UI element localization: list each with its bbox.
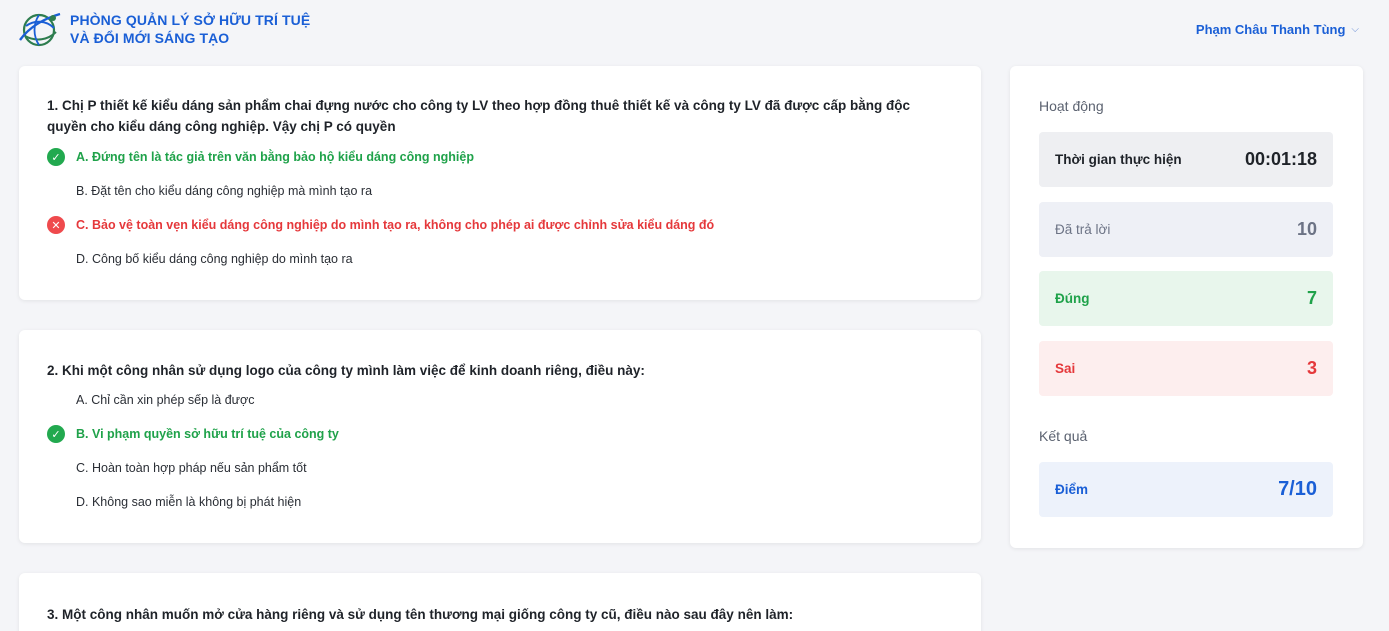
stat-answered: Đã trả lời 10 <box>1039 202 1333 257</box>
user-name: Phạm Châu Thanh Tùng <box>1195 21 1346 37</box>
stat-wrong-label: Sai <box>1055 361 1076 376</box>
option-label: D. Không sao miễn là không bị phát hiện <box>76 495 302 509</box>
stat-correct-value: 7 <box>1306 288 1317 308</box>
option-label: B. Đặt tên cho kiểu dáng công nghiệp mà … <box>76 184 373 198</box>
question-text-3: 3. Một công nhân muốn mở cửa hàng riêng … <box>47 607 794 622</box>
stat-score: Điểm 7/10 <box>1039 462 1333 517</box>
question-card-1: 1. Chị P thiết kế kiểu dáng sản phẩm cha… <box>19 66 981 300</box>
option-label: B. Vi phạm quyền sở hữu trí tuệ của công… <box>76 427 339 441</box>
check-circle-icon: ✓ <box>47 425 65 443</box>
question-card-3: 3. Một công nhân muốn mở cửa hàng riêng … <box>19 573 981 631</box>
option-label: A. Đứng tên là tác giả trên văn bằng bảo… <box>76 150 474 164</box>
stat-answered-label: Đã trả lời <box>1055 222 1111 237</box>
option-label: C. Bảo vệ toàn vẹn kiểu dáng công nghiệp… <box>76 218 715 232</box>
stat-correct: Đúng 7 <box>1039 271 1333 326</box>
activity-title: Hoạt động <box>1039 98 1104 114</box>
result-title: Kết quả <box>1039 428 1088 444</box>
option-2b[interactable]: ✓ B. Vi phạm quyền sở hữu trí tuệ của cô… <box>47 417 953 451</box>
brand-line-2: VÀ ĐỔI MỚI SÁNG TẠO <box>70 30 230 46</box>
question-card-2: 2. Khi một công nhân sử dụng logo của cô… <box>19 330 981 543</box>
brand-line-1: PHÒNG QUẢN LÝ SỞ HỮU TRÍ TUỆ <box>70 12 311 28</box>
brand[interactable]: PHÒNG QUẢN LÝ SỞ HỮU TRÍ TUỆ VÀ ĐỔI MỚI … <box>16 6 310 52</box>
option-label: A. Chỉ cần xin phép sếp là được <box>76 393 255 407</box>
option-2d[interactable]: D. Không sao miễn là không bị phát hiện <box>47 485 953 519</box>
stat-time-value: 00:01:18 <box>1244 149 1317 169</box>
stat-time-label: Thời gian thực hiện <box>1055 152 1182 167</box>
user-menu[interactable]: Phạm Châu Thanh Tùng ⌵ <box>1196 22 1359 37</box>
option-label: C. Hoàn toàn hợp pháp nếu sản phẩm tốt <box>76 461 307 475</box>
stat-correct-label: Đúng <box>1055 291 1090 306</box>
stat-time: Thời gian thực hiện 00:01:18 <box>1039 132 1333 187</box>
option-2c[interactable]: C. Hoàn toàn hợp pháp nếu sản phẩm tốt <box>47 451 953 485</box>
stat-score-label: Điểm <box>1055 482 1089 497</box>
globe-logo-icon <box>19 12 61 47</box>
stat-wrong-value: 3 <box>1306 358 1317 378</box>
stat-answered-value: 10 <box>1296 219 1317 239</box>
option-2a[interactable]: A. Chỉ cần xin phép sếp là được <box>47 383 953 417</box>
question-text-1: 1. Chị P thiết kế kiểu dáng sản phẩm cha… <box>47 98 910 134</box>
option-1d[interactable]: D. Công bố kiểu dáng công nghiệp do mình… <box>47 242 953 276</box>
check-circle-icon: ✓ <box>47 148 65 166</box>
x-circle-icon: ✕ <box>47 216 65 234</box>
stat-score-value: 7/10 <box>1278 478 1317 500</box>
option-1a[interactable]: ✓ A. Đứng tên là tác giả trên văn bằng b… <box>47 140 953 174</box>
question-text-2: 2. Khi một công nhân sử dụng logo của cô… <box>47 363 645 378</box>
option-1b[interactable]: B. Đặt tên cho kiểu dáng công nghiệp mà … <box>47 174 953 208</box>
stat-wrong: Sai 3 <box>1039 341 1333 396</box>
chevron-down-icon: ⌵ <box>1351 23 1359 35</box>
option-label: D. Công bố kiểu dáng công nghiệp do mình… <box>76 252 353 266</box>
option-1c[interactable]: ✕ C. Bảo vệ toàn vẹn kiểu dáng công nghi… <box>47 208 953 242</box>
activity-panel: Hoạt động Thời gian thực hiện 00:01:18 Đ… <box>1010 66 1363 548</box>
top-header: PHÒNG QUẢN LÝ SỞ HỮU TRÍ TUỆ VÀ ĐỔI MỚI … <box>0 0 1389 58</box>
